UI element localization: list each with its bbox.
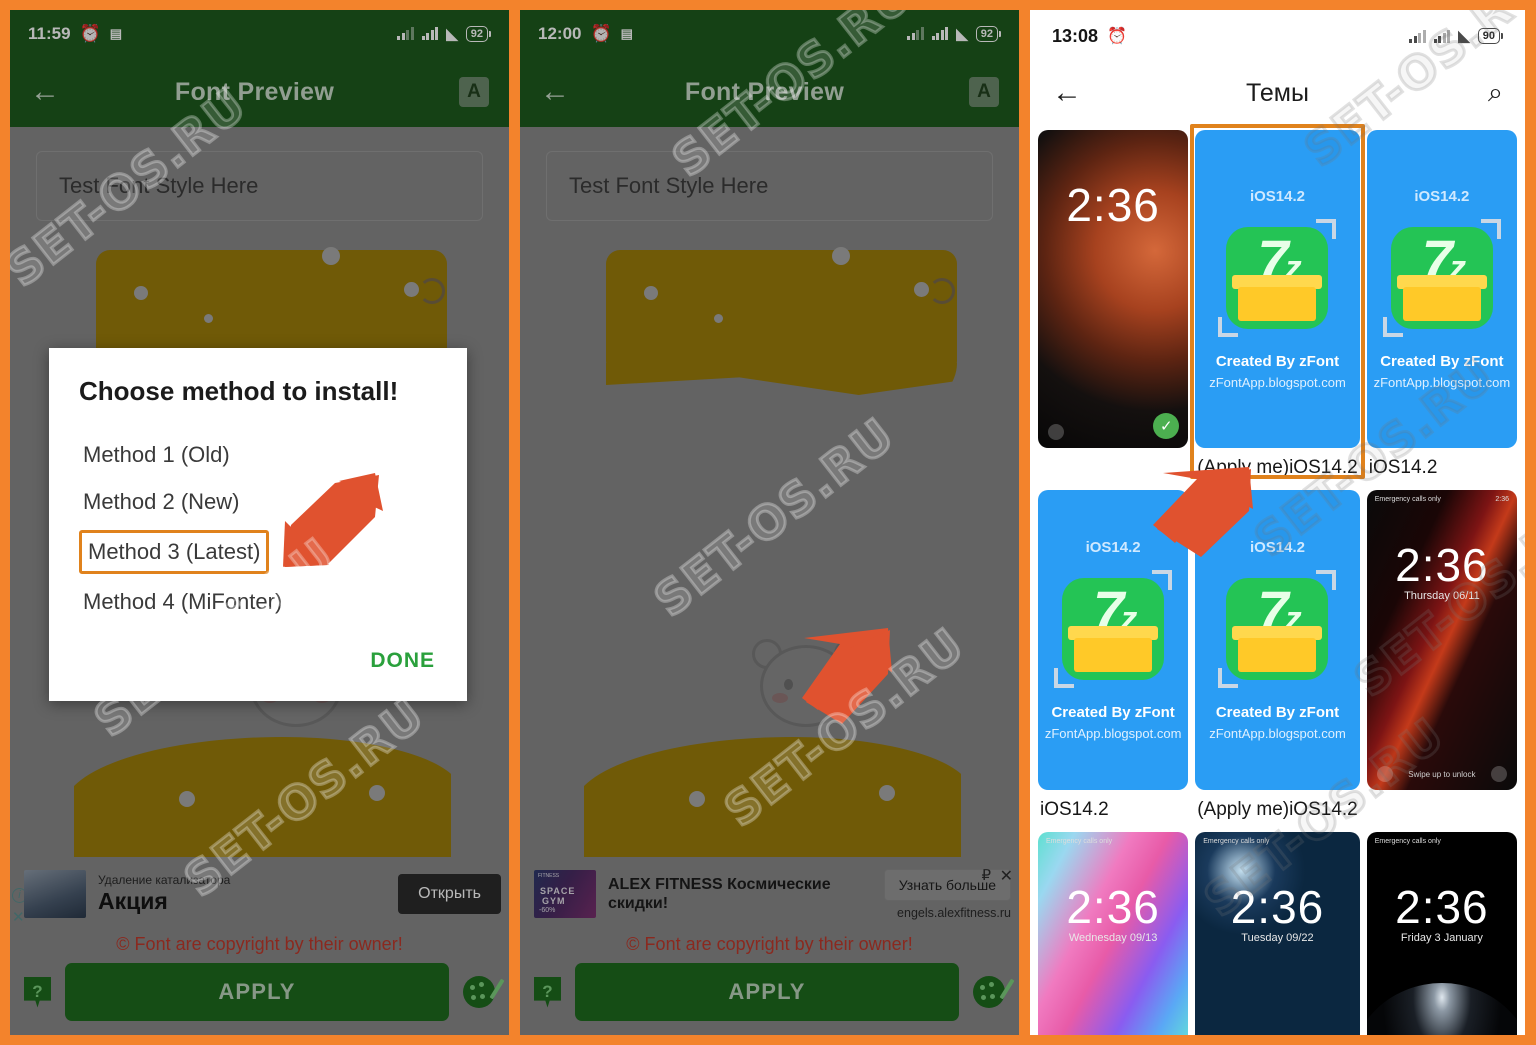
panel-font-preview-notice-dialog: 12:00 ⏰ ▤ ◣ 92 ← Font Preview A Test Fon… <box>520 10 1019 1035</box>
zfont-os-label: iOS14.2 <box>1085 539 1141 556</box>
zfont-created-by: Created By zFont <box>1380 353 1504 370</box>
zfont-url: zFontApp.blogspot.com <box>1373 375 1511 390</box>
theme-thumbnail: Emergency calls only 2:36 Wednesday 09/1… <box>1038 832 1189 1035</box>
themes-grid: 2:36 ✓ Классика iOS14.2 7z <box>1030 124 1525 1035</box>
zfont-os-label: iOS14.2 <box>1414 188 1470 205</box>
theme-card-classic[interactable]: 2:36 ✓ Классика <box>1038 130 1189 481</box>
theme-thumbnail: Emergency calls only 2:36 Friday 3 Janua… <box>1366 832 1517 1035</box>
zfont-icon: 7z <box>1218 219 1337 337</box>
theme-label: iOS14.2 <box>1040 799 1109 820</box>
signal-bars-icon <box>1433 29 1451 43</box>
signal-bars-icon <box>1409 29 1426 43</box>
annotation-arrow-up-right <box>796 624 906 734</box>
dialog-option-method-4[interactable]: Method 4 (MiFonter) <box>79 580 437 624</box>
lock-date: Wednesday 09/13 <box>1068 932 1158 944</box>
theme-card-ios142-a[interactable]: iOS14.2 7z Created By zFont zFontApp.blo… <box>1366 130 1517 481</box>
zfont-created-by: Created By zFont <box>1215 704 1340 721</box>
lock-time: 2:36 <box>1066 179 1160 231</box>
page-title: Темы <box>1246 78 1309 107</box>
panel-theme-manager: 13:08 ⏰ ◣ 90 ← Темы ⌕ 2:36 ✓ iOS14.2 7z … <box>1030 10 1525 1035</box>
dialog-done-button[interactable]: DONE <box>370 649 435 673</box>
theme-thumbnail: 2:36 ✓ <box>1038 130 1189 448</box>
wifi-icon: ◣ <box>1458 28 1470 45</box>
annotation-arrow-down-left <box>275 465 385 575</box>
theme-thumbnail: Emergency calls only 2:36 2:36 Thursday 0… <box>1366 490 1517 790</box>
zfont-created-by: Created By zFont <box>1051 704 1175 721</box>
zfont-created-by: Created By zFont <box>1215 353 1340 370</box>
zfont-icon: 7z <box>1382 219 1501 337</box>
status-time: 13:08 <box>1052 25 1099 46</box>
lock-time: 2:36 <box>1066 881 1160 933</box>
lock-time: 2:36 <box>1395 881 1489 933</box>
battery-indicator: 90 <box>1477 28 1503 44</box>
dialog-option-method-3[interactable]: Method 3 (Latest) <box>79 530 270 574</box>
lock-date: Friday 3 January <box>1400 932 1483 944</box>
dialog-scrim <box>520 10 1019 1035</box>
back-arrow-icon[interactable]: ← <box>1052 76 1096 110</box>
zfont-os-label: iOS14.2 <box>1249 188 1306 205</box>
lock-time: 2:36 <box>1395 539 1489 591</box>
search-icon[interactable]: ⌕ <box>1459 77 1503 109</box>
panel-font-preview-method-dialog: 11:59 ⏰ ▤ ◣ 92 ← Font Preview A Test Fon… <box>10 10 509 1035</box>
status-bar: 13:08 ⏰ ◣ 90 <box>1030 10 1525 62</box>
zfont-icon: 7z <box>1218 570 1337 688</box>
lock-date: Thursday 06/11 <box>1404 590 1480 602</box>
zfont-url: zFontApp.blogspot.com <box>1209 726 1346 741</box>
theme-label: (Apply me)iOS14.2 <box>1197 799 1358 820</box>
theme-card-apply-me-ios142[interactable]: iOS14.2 7z Created By zFont zFontApp.blo… <box>1190 124 1365 481</box>
zfont-icon: 7z <box>1054 570 1173 688</box>
lock-time: 2:36 <box>1230 881 1325 933</box>
app-bar: ← Темы ⌕ <box>1030 62 1525 124</box>
theme-card-memeui12[interactable]: Emergency calls only 2:36 2:36 Thursday 0… <box>1366 490 1517 823</box>
theme-thumbnail: iOS14.2 7z Created By zFont zFontApp.blo… <box>1366 130 1517 448</box>
screenshot-board: 11:59 ⏰ ▤ ◣ 92 ← Font Preview A Test Fon… <box>0 0 1536 1045</box>
theme-label: iOS14.2 <box>1368 457 1438 478</box>
theme-thumbnail: Emergency calls only 2:36 Tuesday 09/22 <box>1195 832 1360 1035</box>
alarm-clock-icon: ⏰ <box>1107 28 1127 45</box>
lock-date: Tuesday 09/22 <box>1241 932 1314 944</box>
zfont-url: zFontApp.blogspot.com <box>1044 726 1182 741</box>
choose-method-dialog: Choose method to install! Method 1 (Old)… <box>49 348 467 701</box>
annotation-arrow-up-right <box>1145 465 1263 557</box>
zfont-url: zFontApp.blogspot.com <box>1209 375 1346 390</box>
theme-thumbnail: iOS14.2 7z Created By zFont zFontApp.blo… <box>1195 130 1360 448</box>
dialog-title: Choose method to install! <box>79 376 399 406</box>
